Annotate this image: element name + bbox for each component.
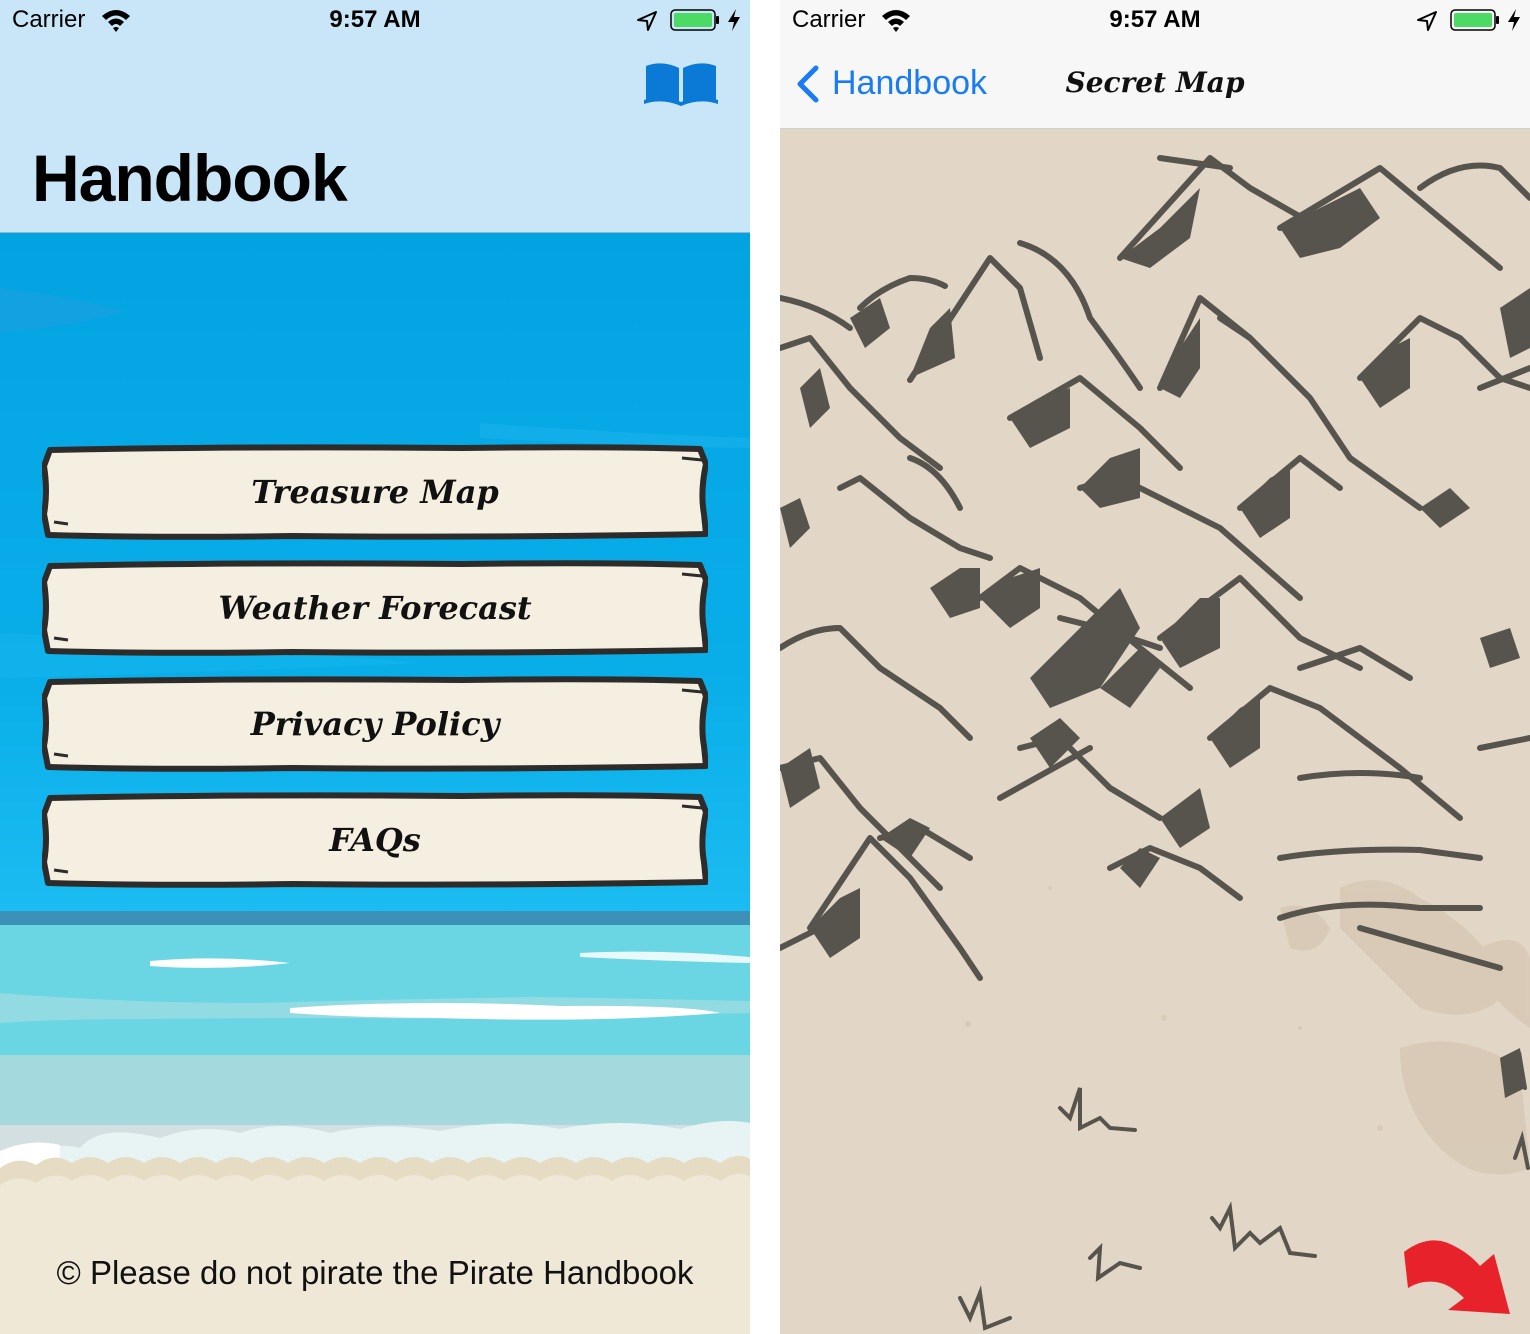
faqs-label[interactable]: FAQs xyxy=(42,792,708,888)
page-title: Handbook xyxy=(32,141,348,215)
location-arrow-icon xyxy=(637,11,657,31)
status-bar: Carrier 9:57 AM xyxy=(780,0,1530,40)
treasure-map-label[interactable]: Treasure Map xyxy=(42,444,708,540)
status-bar: Carrier 9:57 AM xyxy=(0,0,750,40)
handbook-screen: Handbook Carrier 9:57 AM Treasure Map We… xyxy=(0,0,750,1334)
charging-bolt-icon xyxy=(1508,9,1520,31)
mountain-sketch xyxy=(780,155,1530,1331)
red-arrow-icon xyxy=(1404,1240,1510,1314)
charging-bolt-icon xyxy=(728,9,740,31)
beach-illustration xyxy=(0,288,750,1334)
weather-forecast-label[interactable]: Weather Forecast xyxy=(42,560,708,656)
battery-icon xyxy=(670,9,719,31)
privacy-policy-label[interactable]: Privacy Policy xyxy=(42,676,708,772)
page-title: Secret Map xyxy=(1065,66,1245,99)
book-open-icon[interactable] xyxy=(644,60,718,106)
copyright-footer: © Please do not pirate the Pirate Handbo… xyxy=(56,1254,694,1291)
weather-forecast-button[interactable]: Weather Forecast xyxy=(42,560,708,656)
privacy-policy-button[interactable]: Privacy Policy xyxy=(42,676,708,772)
secret-map-screen: Handbook Secret Map Carrier 9:57 AM xyxy=(780,0,1530,1334)
faqs-button[interactable]: FAQs xyxy=(42,792,708,888)
location-arrow-icon xyxy=(1417,11,1437,31)
battery-icon xyxy=(1450,9,1499,31)
treasure-map-button[interactable]: Treasure Map xyxy=(42,444,708,540)
treasure-map-image[interactable] xyxy=(780,128,1530,1334)
